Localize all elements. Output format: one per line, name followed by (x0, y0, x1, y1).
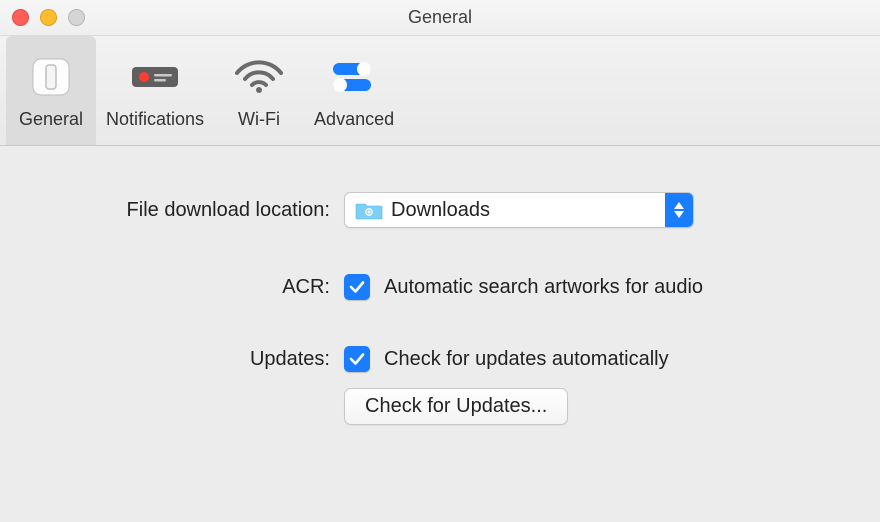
updates-row: Updates: Check for updates automatically (40, 346, 840, 372)
download-location-label: File download location: (40, 199, 330, 222)
folder-icon (355, 200, 383, 220)
toolbar: General Notifications Wi-Fi (0, 36, 880, 146)
tab-general[interactable]: General (6, 36, 96, 145)
advanced-icon (323, 53, 385, 101)
close-icon[interactable] (12, 9, 29, 26)
check-for-updates-button[interactable]: Check for Updates... (344, 388, 568, 425)
zoom-icon[interactable] (68, 9, 85, 26)
tab-advanced[interactable]: Advanced (304, 36, 404, 145)
tab-wifi-label: Wi-Fi (238, 109, 280, 130)
tab-advanced-label: Advanced (314, 109, 394, 130)
notifications-icon (124, 53, 186, 101)
checkmark-icon (348, 278, 366, 296)
tab-general-label: General (19, 109, 83, 130)
download-location-popup[interactable]: Downloads (344, 192, 694, 228)
download-location-row: File download location: Downloads (40, 192, 840, 228)
acr-option-text: Automatic search artworks for audio (384, 276, 703, 299)
tab-notifications-label: Notifications (106, 109, 204, 130)
updates-label: Updates: (40, 348, 330, 371)
updates-option-text: Check for updates automatically (384, 348, 669, 371)
checkmark-icon (348, 350, 366, 368)
acr-label: ACR: (40, 276, 330, 299)
tab-notifications[interactable]: Notifications (96, 36, 214, 145)
acr-checkbox[interactable] (344, 274, 370, 300)
window-title: General (0, 7, 880, 28)
general-icon (20, 53, 82, 101)
tab-wifi[interactable]: Wi-Fi (214, 36, 304, 145)
download-location-value: Downloads (391, 199, 665, 222)
popup-arrows-icon (665, 193, 693, 227)
minimize-icon[interactable] (40, 9, 57, 26)
updates-checkbox[interactable] (344, 346, 370, 372)
window-controls (12, 9, 85, 26)
acr-row: ACR: Automatic search artworks for audio (40, 274, 840, 300)
wifi-icon (228, 53, 290, 101)
preferences-panel: File download location: Downloads ACR: (0, 146, 880, 465)
titlebar: General (0, 0, 880, 36)
